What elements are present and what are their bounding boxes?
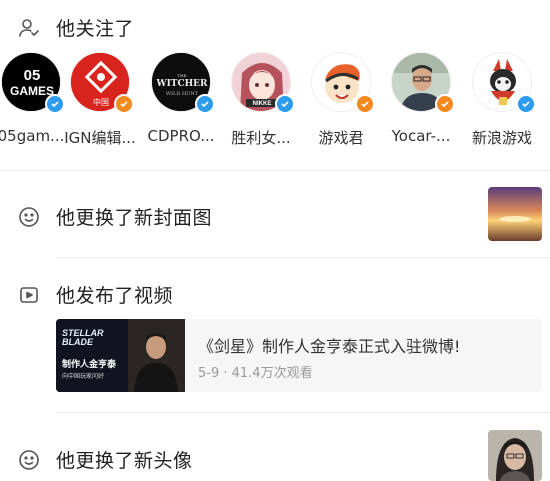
video-card[interactable]: STELLAR BLADE 制作人金亨泰 向中国玩家问好 《剑星》制作人金亨泰正…	[56, 319, 542, 392]
section-avatar-title: 他更换了新头像	[56, 450, 193, 472]
video-thumbnail: STELLAR BLADE 制作人金亨泰 向中国玩家问好	[56, 319, 185, 392]
divider	[56, 412, 550, 413]
verified-badge-icon	[275, 94, 295, 114]
user-check-icon	[18, 17, 40, 39]
divider	[0, 170, 550, 171]
svg-text:05: 05	[24, 67, 41, 84]
follow-item[interactable]: 游戏君	[301, 52, 381, 162]
smile-icon	[18, 449, 40, 471]
avatar-thumbnail[interactable]	[488, 430, 542, 481]
follow-list: 05 GAMES 05gam... 中国 IGN编辑... THE WITCHE…	[0, 52, 550, 162]
section-cover-title: 他更换了新封面图	[56, 207, 213, 229]
follow-name: Yocar-...	[391, 127, 451, 145]
follow-item[interactable]: THE WITCHER WILD HUNT CDPRO...	[141, 52, 221, 162]
video-thumb-logo: STELLAR BLADE	[62, 328, 104, 348]
follow-name: CDPRO...	[147, 127, 215, 145]
svg-text:WITCHER: WITCHER	[155, 79, 208, 89]
svg-text:THE: THE	[177, 73, 186, 78]
verified-badge-icon	[516, 94, 536, 114]
section-followed: 他关注了	[18, 14, 134, 41]
follow-item[interactable]: 新浪游戏	[462, 52, 542, 162]
video-title: 《剑星》制作人金亨泰正式入驻微博!	[198, 337, 461, 356]
verified-badge-icon	[355, 94, 375, 114]
follow-item[interactable]: 中国 IGN编辑...	[60, 52, 140, 162]
smile-icon	[18, 206, 40, 228]
svg-text:WILD HUNT: WILD HUNT	[166, 91, 199, 97]
section-video-title: 他发布了视频	[56, 285, 174, 307]
verified-badge-icon	[114, 94, 134, 114]
follow-name: 胜利女...	[231, 129, 291, 147]
svg-text:NIKKE: NIKKE	[253, 101, 272, 107]
follow-name: IGN编辑...	[64, 129, 136, 147]
video-thumb-caption: 制作人金亨泰	[62, 360, 117, 370]
section-video: 他发布了视频	[18, 281, 173, 308]
follow-item[interactable]: NIKKE 胜利女...	[221, 52, 301, 162]
verified-badge-icon	[195, 94, 215, 114]
section-followed-title: 他关注了	[56, 18, 135, 40]
follow-item[interactable]: Yocar-...	[381, 52, 461, 162]
cover-thumbnail[interactable]	[488, 187, 542, 241]
play-video-icon	[18, 284, 40, 306]
video-thumb-subcaption: 向中国玩家问好	[62, 373, 105, 380]
follow-name: 游戏君	[318, 129, 364, 147]
divider	[56, 257, 550, 258]
svg-text:中国: 中国	[93, 97, 109, 107]
section-avatar: 他更换了新头像	[18, 446, 193, 473]
verified-badge-icon	[435, 94, 455, 114]
section-cover: 他更换了新封面图	[18, 203, 212, 230]
video-meta: 5-9 · 41.4万次观看	[198, 366, 313, 381]
follow-name: 新浪游戏	[471, 129, 532, 147]
